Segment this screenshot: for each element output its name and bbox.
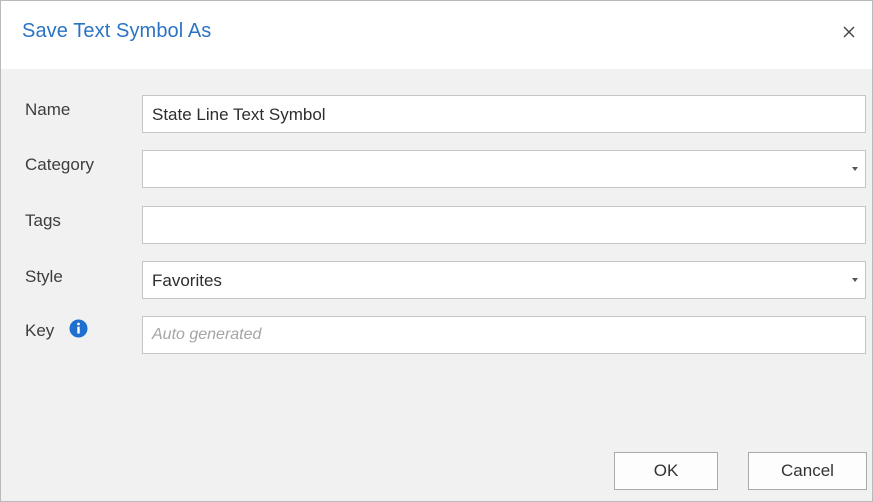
dialog-title: Save Text Symbol As — [22, 20, 212, 42]
save-text-symbol-dialog: Save Text Symbol As Name State Line Text… — [0, 0, 873, 502]
style-dropdown-value: Favorites — [152, 271, 222, 290]
close-icon — [843, 26, 855, 38]
key-input[interactable]: Auto generated — [142, 316, 866, 354]
key-input-placeholder: Auto generated — [152, 326, 262, 343]
cancel-button[interactable]: Cancel — [748, 452, 867, 490]
ok-button[interactable]: OK — [614, 452, 718, 490]
name-label: Name — [25, 100, 71, 119]
info-icon[interactable] — [69, 319, 88, 338]
style-dropdown[interactable]: Favorites — [142, 261, 866, 299]
style-chevron-down-icon — [852, 278, 858, 282]
close-button[interactable] — [836, 19, 862, 45]
name-input-value: State Line Text Symbol — [152, 105, 326, 124]
tags-label: Tags — [25, 211, 61, 230]
key-label: Key — [25, 321, 55, 340]
category-dropdown[interactable] — [142, 150, 866, 188]
style-label: Style — [25, 267, 63, 286]
category-chevron-down-icon — [852, 167, 858, 171]
tags-input[interactable] — [142, 206, 866, 244]
dialog-title-bar: Save Text Symbol As — [1, 1, 872, 69]
category-label: Category — [25, 155, 94, 174]
name-input[interactable]: State Line Text Symbol — [142, 95, 866, 133]
